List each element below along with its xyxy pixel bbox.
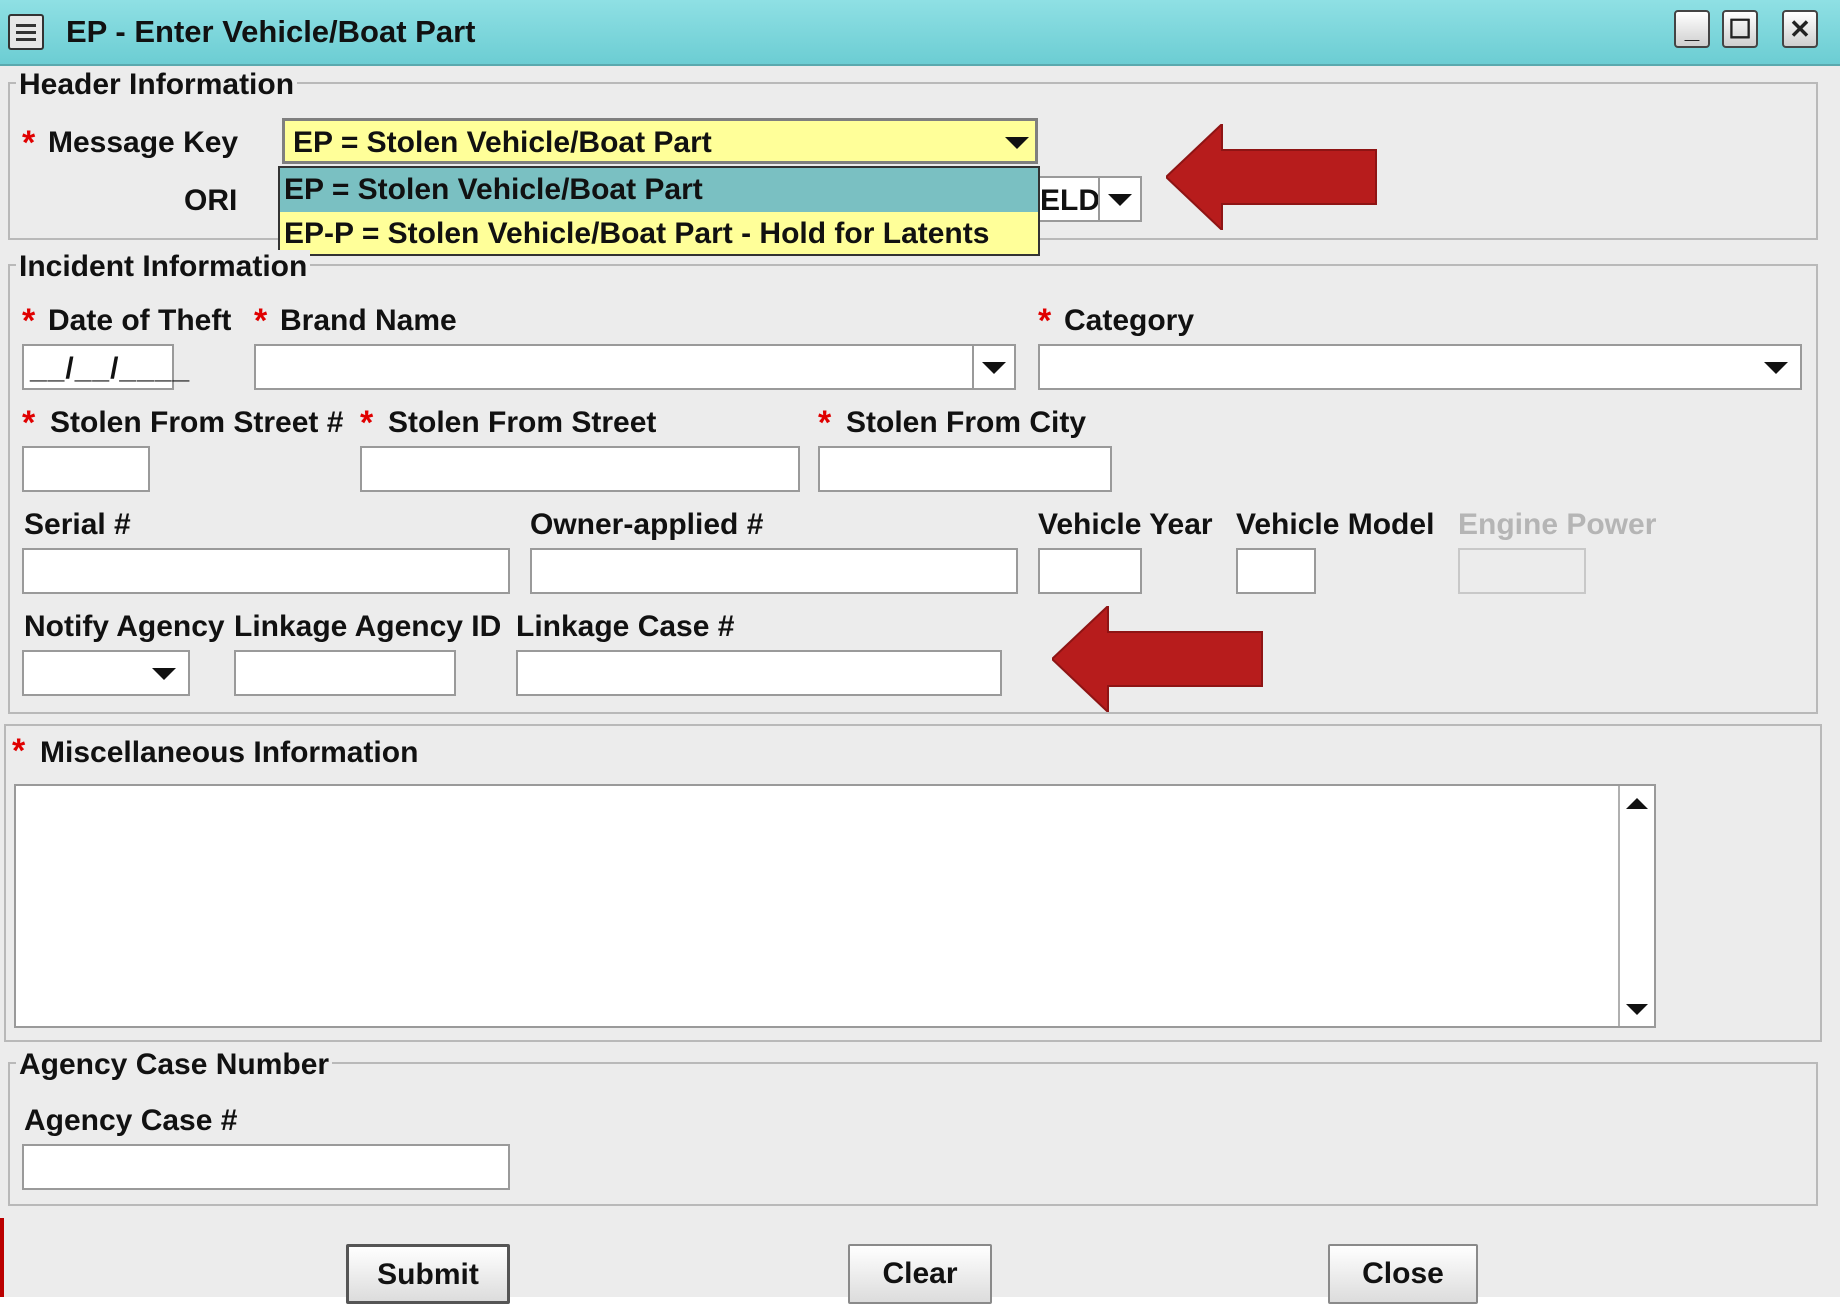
- agency-case-field[interactable]: [22, 1144, 510, 1190]
- chevron-down-icon[interactable]: [1005, 137, 1029, 149]
- engine-power-field: [1458, 548, 1586, 594]
- vehicle-model-field[interactable]: [1236, 548, 1316, 594]
- linkage-case-label: Linkage Case #: [516, 610, 735, 643]
- chevron-down-icon[interactable]: [152, 668, 176, 680]
- misc-info-label: Miscellaneous Information: [40, 736, 419, 769]
- annotation-arrow-icon: [1166, 124, 1377, 230]
- ori-value: ELD: [1040, 184, 1100, 217]
- serial-label: Serial #: [24, 508, 131, 541]
- linkage-case-field[interactable]: [516, 650, 1002, 696]
- title-bar[interactable]: EP - Enter Vehicle/Boat Part _ ☐ ✕: [0, 0, 1840, 66]
- ori-label: ORI: [184, 184, 238, 217]
- stolen-street-field[interactable]: [360, 446, 800, 492]
- dropdown-option-ep-p[interactable]: EP-P = Stolen Vehicle/Boat Part - Hold f…: [280, 212, 1038, 256]
- dialog-window: EP - Enter Vehicle/Boat Part _ ☐ ✕ Heade…: [0, 0, 1840, 1304]
- agency-case-label: Agency Case #: [24, 1104, 238, 1137]
- close-window-button[interactable]: ✕: [1782, 10, 1818, 48]
- message-key-dropdown-list: EP = Stolen Vehicle/Boat Part EP-P = Sto…: [278, 166, 1040, 256]
- agency-case-legend: Agency Case Number: [16, 1048, 333, 1082]
- vehicle-model-label: Vehicle Model: [1236, 508, 1435, 541]
- vehicle-year-field[interactable]: [1038, 548, 1142, 594]
- required-marker: *: [254, 302, 268, 340]
- misc-info-textarea[interactable]: [14, 784, 1656, 1028]
- stolen-city-label: Stolen From City: [846, 406, 1087, 439]
- message-key-value: EP = Stolen Vehicle/Boat Part: [293, 126, 712, 159]
- required-marker: *: [12, 732, 26, 770]
- misc-scrollbar[interactable]: [1618, 786, 1654, 1026]
- owner-applied-field[interactable]: [530, 548, 1018, 594]
- annotation-arrow-icon: [1052, 606, 1263, 712]
- date-of-theft-label: Date of Theft: [48, 304, 232, 337]
- stolen-street-label: Stolen From Street: [388, 406, 657, 439]
- serial-field[interactable]: [22, 548, 510, 594]
- required-marker: *: [22, 302, 36, 340]
- notify-agency-label: Notify Agency: [24, 610, 225, 643]
- scroll-up-icon[interactable]: [1626, 798, 1648, 809]
- message-key-label: Message Key: [48, 126, 239, 159]
- required-marker: *: [360, 404, 374, 442]
- required-marker: *: [22, 404, 36, 442]
- category-select[interactable]: [1038, 344, 1802, 390]
- submit-button[interactable]: Submit: [346, 1244, 510, 1304]
- category-label: Category: [1064, 304, 1195, 337]
- ori-dropdown-button[interactable]: [1098, 178, 1140, 220]
- message-key-select[interactable]: EP = Stolen Vehicle/Boat Part: [282, 118, 1038, 164]
- owner-applied-label: Owner-applied #: [530, 508, 764, 541]
- linkage-agency-field[interactable]: [234, 650, 456, 696]
- vehicle-year-label: Vehicle Year: [1038, 508, 1213, 541]
- required-marker: *: [818, 404, 832, 442]
- required-marker: *: [22, 124, 36, 162]
- linkage-agency-label: Linkage Agency ID: [234, 610, 502, 643]
- chevron-down-icon: [982, 362, 1006, 374]
- engine-power-label: Engine Power: [1458, 508, 1657, 541]
- chevron-down-icon: [1108, 194, 1132, 206]
- brand-name-select[interactable]: [254, 344, 1016, 390]
- date-of-theft-field[interactable]: __/__/____: [22, 344, 189, 390]
- stolen-city-field[interactable]: [818, 446, 1112, 492]
- window-title: EP - Enter Vehicle/Boat Part: [66, 14, 476, 49]
- notify-agency-select[interactable]: [22, 650, 190, 696]
- stolen-street-no-field[interactable]: [22, 446, 150, 492]
- date-mask: __/__/____: [30, 352, 191, 385]
- incident-info-legend: Incident Information: [16, 250, 311, 284]
- minimize-button[interactable]: _: [1674, 10, 1710, 48]
- dropdown-option-ep[interactable]: EP = Stolen Vehicle/Boat Part: [280, 168, 1038, 212]
- required-marker: *: [1038, 302, 1052, 340]
- close-button[interactable]: Close: [1328, 1244, 1478, 1304]
- brand-name-label: Brand Name: [280, 304, 457, 337]
- edge-mark: [0, 1218, 4, 1297]
- stolen-street-no-label: Stolen From Street #: [50, 406, 344, 439]
- chevron-down-icon[interactable]: [1764, 362, 1788, 374]
- brand-name-dropdown-button[interactable]: [972, 346, 1014, 388]
- header-info-legend: Header Information: [16, 68, 298, 102]
- maximize-button[interactable]: ☐: [1722, 10, 1758, 48]
- scroll-down-icon[interactable]: [1626, 1004, 1648, 1015]
- window-menu-icon[interactable]: [8, 14, 44, 50]
- clear-button[interactable]: Clear: [848, 1244, 992, 1304]
